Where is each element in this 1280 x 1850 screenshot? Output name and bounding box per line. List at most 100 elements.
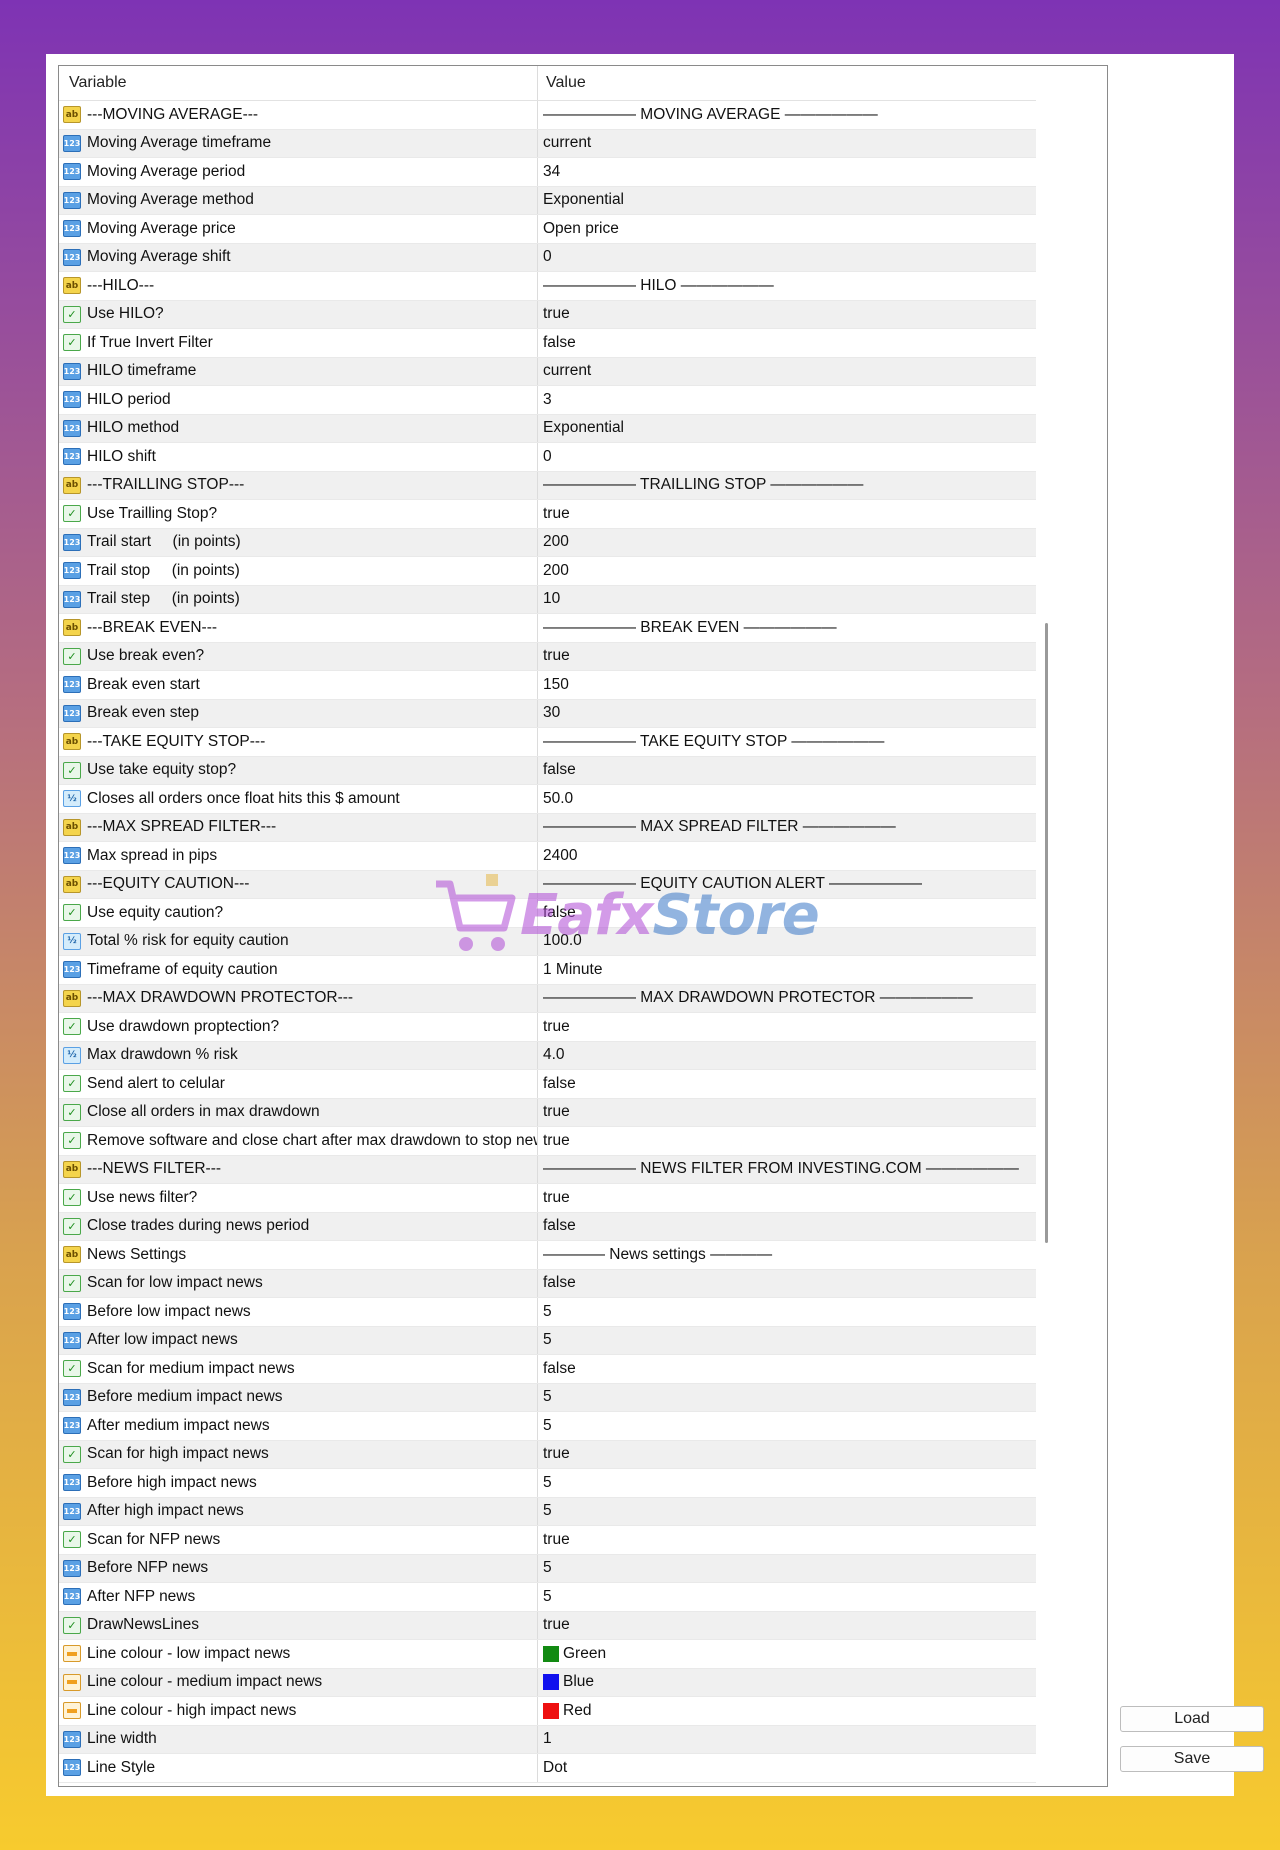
variable-cell[interactable]: ab ---TAKE EQUITY STOP--- [59,728,538,756]
value-cell[interactable]: true [538,301,570,329]
table-row[interactable]: ✓ Scan for medium impact news false [59,1355,1036,1384]
table-row[interactable]: 123 After high impact news 5 [59,1497,1036,1526]
variable-cell[interactable]: 123 Timeframe of equity caution [59,956,538,984]
value-cell[interactable]: 50.0 [538,785,573,813]
value-cell[interactable]: 200 [538,529,569,557]
table-row[interactable]: Line colour - medium impact news Blue [59,1668,1036,1697]
table-row[interactable]: ab ---HILO--- —————— HILO —————— [59,272,1036,301]
table-row[interactable]: Line colour - high impact news Red [59,1697,1036,1726]
value-cell[interactable]: 0 [538,443,552,471]
variable-cell[interactable]: ✓ Scan for NFP news [59,1526,538,1554]
table-row[interactable]: ab ---EQUITY CAUTION--- —————— EQUITY CAUT… [59,870,1036,899]
table-row[interactable]: ab ---BREAK EVEN--- —————— BREAK EVEN ————… [59,614,1036,643]
variable-cell[interactable]: ✓ Scan for low impact news [59,1269,538,1297]
value-cell[interactable]: 5 [538,1555,552,1583]
table-row[interactable]: 123 HILO timeframe current [59,357,1036,386]
variable-cell[interactable]: 123 Max spread in pips [59,842,538,870]
variable-cell[interactable]: 123 Break even start [59,671,538,699]
value-cell[interactable]: false [538,329,576,357]
table-row[interactable]: ✓ Use take equity stop? false [59,756,1036,785]
table-row[interactable]: ✓ Use break even? true [59,642,1036,671]
value-cell[interactable]: —————— EQUITY CAUTION ALERT —————— [538,871,922,899]
value-cell[interactable]: true [538,1127,570,1155]
value-cell[interactable]: 5 [538,1384,552,1412]
value-cell[interactable]: —————— NEWS FILTER FROM INVESTING.COM ——… [538,1156,1019,1184]
value-cell[interactable]: false [538,1270,576,1298]
value-cell[interactable]: true [538,643,570,671]
table-row[interactable]: 123 After NFP news 5 [59,1583,1036,1612]
variable-cell[interactable]: 123 Before NFP news [59,1554,538,1582]
variable-cell[interactable]: 123 HILO method [59,414,538,442]
variable-cell[interactable]: ab ---BREAK EVEN--- [59,614,538,642]
load-button[interactable]: Load [1120,1706,1264,1732]
variable-cell[interactable]: 123 Moving Average price [59,215,538,243]
value-cell[interactable]: —————— MAX SPREAD FILTER —————— [538,814,896,842]
table-row[interactable]: 123 After medium impact news 5 [59,1412,1036,1441]
variable-cell[interactable]: ab ---HILO--- [59,272,538,300]
variable-cell[interactable]: ab ---NEWS FILTER--- [59,1155,538,1183]
value-cell[interactable]: 5 [538,1498,552,1526]
value-cell[interactable]: Red [538,1697,591,1725]
value-cell[interactable]: 10 [538,586,560,614]
variable-cell[interactable]: ✓ Close trades during news period [59,1212,538,1240]
variable-cell[interactable]: ✓ Use take equity stop? [59,756,538,784]
value-cell[interactable]: false [538,1355,576,1383]
value-cell[interactable]: 3 [538,386,552,414]
table-row[interactable]: ab ---NEWS FILTER--- —————— NEWS FILTER FR… [59,1155,1036,1184]
value-cell[interactable]: —————— BREAK EVEN —————— [538,614,837,642]
variable-cell[interactable]: ✓ Remove software and close chart after m… [59,1127,538,1155]
variable-cell[interactable]: ✓ Send alert to celular [59,1070,538,1098]
variable-cell[interactable]: 123 After medium impact news [59,1412,538,1440]
value-cell[interactable]: —————— MAX DRAWDOWN PROTECTOR —————— [538,985,973,1013]
variable-cell[interactable]: 123 Trail step (in points) [59,585,538,613]
table-row[interactable]: 123 Moving Average shift 0 [59,243,1036,272]
variable-cell[interactable]: 123 HILO timeframe [59,357,538,385]
table-row[interactable]: ab ---MOVING AVERAGE--- —————— MOVING AVER… [59,101,1036,130]
table-row[interactable]: 123 HILO shift 0 [59,443,1036,472]
variable-cell[interactable]: 123 Moving Average period [59,158,538,186]
column-header-value[interactable]: Value [538,74,586,92]
value-cell[interactable]: true [538,1013,570,1041]
variable-cell[interactable]: ab ---MOVING AVERAGE--- [59,101,538,129]
table-row[interactable]: 123 Line Style Dot [59,1754,1036,1783]
table-row[interactable]: ✓ Use drawdown proptection? true [59,1013,1036,1042]
variable-cell[interactable]: ✓ Use break even? [59,642,538,670]
table-row[interactable]: ✓ Close all orders in max drawdown true [59,1098,1036,1127]
variable-cell[interactable]: 123 HILO period [59,386,538,414]
variable-cell[interactable]: ✓ If True Invert Filter [59,329,538,357]
value-cell[interactable]: 5 [538,1412,552,1440]
value-cell[interactable]: true [538,500,570,528]
table-row[interactable]: ½ Total % risk for equity caution 100.0 [59,927,1036,956]
value-cell[interactable]: —————— MOVING AVERAGE —————— [538,101,878,129]
table-row[interactable]: 123 Break even start 150 [59,671,1036,700]
value-cell[interactable]: —————— TAKE EQUITY STOP —————— [538,728,884,756]
variable-cell[interactable]: ✓ Use news filter? [59,1184,538,1212]
value-cell[interactable]: Exponential [538,415,624,443]
value-cell[interactable]: true [538,1099,570,1127]
variable-cell[interactable]: ab ---MAX SPREAD FILTER--- [59,813,538,841]
vertical-scrollbar[interactable] [1045,623,1048,1243]
value-cell[interactable]: —————— TRAILLING STOP —————— [538,472,863,500]
variable-cell[interactable]: ½ Max drawdown % risk [59,1041,538,1069]
table-row[interactable]: 123 After low impact news 5 [59,1326,1036,1355]
value-cell[interactable]: current [538,130,591,158]
value-cell[interactable]: 30 [538,700,560,728]
table-row[interactable]: 123 Max spread in pips 2400 [59,842,1036,871]
table-row[interactable]: ab ---MAX DRAWDOWN PROTECTOR--- —————— MAX… [59,984,1036,1013]
value-cell[interactable]: true [538,1612,570,1640]
value-cell[interactable]: current [538,358,591,386]
table-row[interactable]: 123 Before NFP news 5 [59,1554,1036,1583]
variable-cell[interactable]: 123 Line Style [59,1754,538,1782]
value-cell[interactable]: true [538,1441,570,1469]
column-header-variable[interactable]: Variable [59,66,538,100]
variable-cell[interactable]: 123 Before high impact news [59,1469,538,1497]
table-row[interactable]: ✓ Scan for low impact news false [59,1269,1036,1298]
table-row[interactable]: ✓ Close trades during news period false [59,1212,1036,1241]
variable-cell[interactable]: ✓ Scan for medium impact news [59,1355,538,1383]
value-cell[interactable]: 100.0 [538,928,582,956]
value-cell[interactable]: 0 [538,244,552,272]
variable-cell[interactable]: 123 Before low impact news [59,1298,538,1326]
variable-cell[interactable]: 123 Line width [59,1725,538,1753]
table-row[interactable]: ✓ Scan for NFP news true [59,1526,1036,1555]
table-row[interactable]: ✓ Scan for high impact news true [59,1440,1036,1469]
